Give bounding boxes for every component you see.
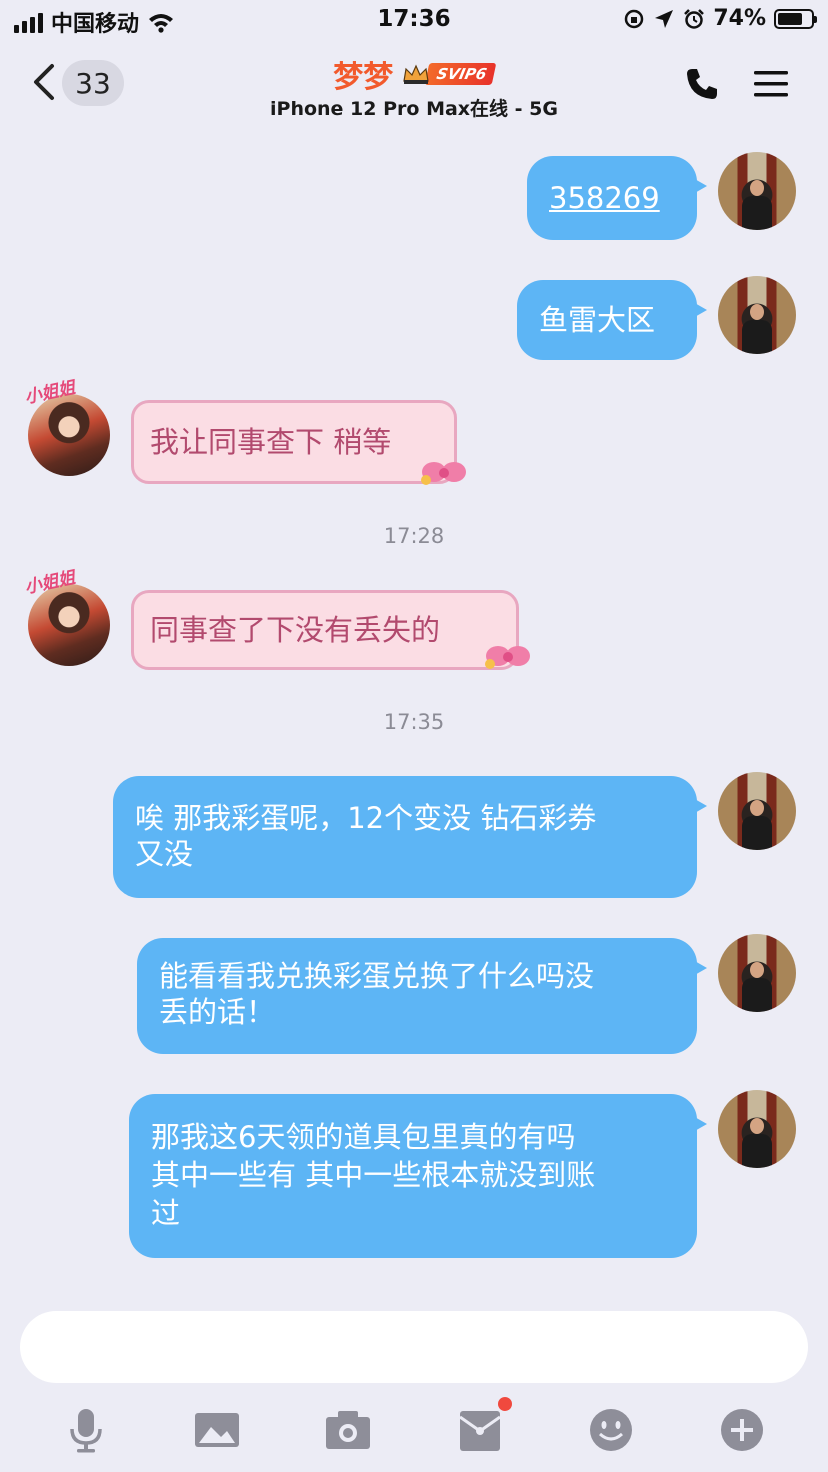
orientation-lock-icon xyxy=(625,9,644,28)
message-line: 能看看我兑换彩蛋兑换了什么吗没 xyxy=(159,959,595,993)
message-line: 唉 那我彩蛋呢，12个变没 钻石彩券 xyxy=(135,801,597,835)
crown-icon xyxy=(403,64,429,84)
message-text: 鱼雷大区 xyxy=(539,303,656,337)
my-avatar[interactable] xyxy=(718,1090,796,1168)
composer-toolbar xyxy=(0,1397,828,1457)
message-bubble[interactable]: 唉 那我彩蛋呢，12个变没 钻石彩券 又没 xyxy=(113,776,707,898)
message-line: 过 xyxy=(151,1196,181,1230)
bow-decoration-icon xyxy=(421,462,466,485)
message-bubble[interactable]: 能看看我兑换彩蛋兑换了什么吗没 丢的话！ xyxy=(137,938,707,1054)
emoji-icon[interactable] xyxy=(588,1407,634,1453)
camera-icon[interactable] xyxy=(325,1407,371,1453)
location-icon xyxy=(655,9,674,28)
composer xyxy=(0,1293,828,1472)
message-link[interactable]: 358269 xyxy=(549,180,660,216)
battery-percent: 74% xyxy=(713,6,766,31)
bow-decoration-icon xyxy=(485,646,530,669)
timestamp: 17:28 xyxy=(383,524,445,548)
message-bubble[interactable]: 鱼雷大区 xyxy=(517,280,707,360)
battery-icon xyxy=(774,8,817,29)
svip-badge: SVIP6 xyxy=(401,63,498,85)
battery-fill xyxy=(778,12,802,25)
my-avatar[interactable] xyxy=(718,276,796,354)
my-avatar[interactable] xyxy=(718,772,796,850)
message-bubble[interactable]: 那我这6天领的道具包里真的有吗 其中一些有 其中一些根本就没到账 过 xyxy=(129,1094,707,1258)
red-packet-icon[interactable] xyxy=(457,1407,503,1453)
menu-icon[interactable] xyxy=(752,68,790,100)
contact-avatar[interactable] xyxy=(28,584,110,666)
message-text: 我让同事查下 稍等 xyxy=(150,425,392,459)
contact-avatar[interactable] xyxy=(28,394,110,476)
message-text: 同事查了下没有丢失的 xyxy=(150,613,441,647)
message-list[interactable]: 358269 鱼雷大区 小姐姐 我让同事查下 稍等 17:28 小姐姐 同事查了… xyxy=(0,128,828,1293)
message-bubble[interactable]: 我让同事查下 稍等 xyxy=(131,400,457,484)
message-input[interactable] xyxy=(20,1311,808,1383)
notification-dot xyxy=(498,1397,512,1411)
plus-icon[interactable] xyxy=(719,1407,765,1453)
my-avatar[interactable] xyxy=(718,152,796,230)
message-line: 其中一些有 其中一些根本就没到账 xyxy=(151,1158,596,1192)
chat-header: 33 梦梦 SVIP6 iPhone 12 Pro Max在线 - 5G xyxy=(0,42,828,128)
timestamp: 17:35 xyxy=(383,710,445,734)
status-bar: 中国移动 17:36 74% xyxy=(0,0,828,42)
image-icon[interactable] xyxy=(194,1407,240,1453)
alarm-icon xyxy=(684,8,705,29)
phone-icon[interactable] xyxy=(684,66,720,102)
message-bubble[interactable]: 同事查了下没有丢失的 xyxy=(131,590,519,670)
message-line: 丢的话！ xyxy=(159,995,276,1029)
contact-name[interactable]: 梦梦 xyxy=(333,52,393,96)
message-line: 那我这6天领的道具包里真的有吗 xyxy=(151,1120,576,1154)
microphone-icon[interactable] xyxy=(63,1407,109,1453)
my-avatar[interactable] xyxy=(718,934,796,1012)
message-bubble[interactable]: 358269 xyxy=(527,156,707,240)
svip-label: SVIP6 xyxy=(424,63,498,85)
message-line: 又没 xyxy=(135,837,194,871)
